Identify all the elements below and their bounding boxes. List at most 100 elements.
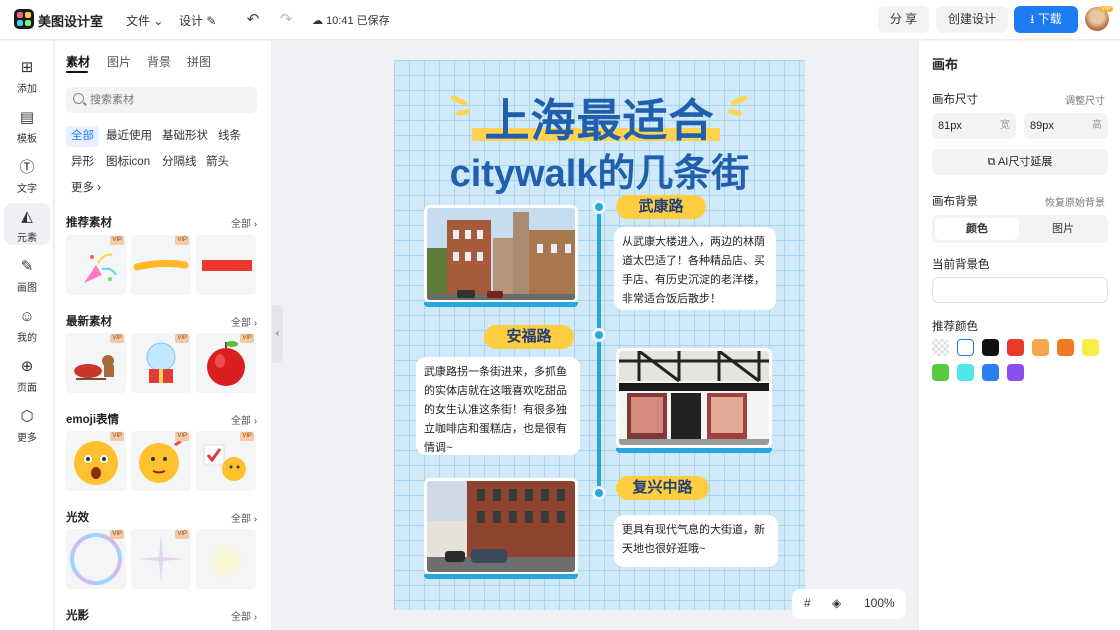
adjust-size-link[interactable]: 调整尺寸 [1065, 92, 1105, 107]
color-swatch[interactable] [982, 339, 999, 356]
redo-icon[interactable]: ↷ [276, 10, 296, 30]
design-canvas[interactable]: 上海最适合 citywalk的几条街 武康路 从武康大楼进入，两边的林荫道太巴适… [394, 60, 805, 610]
asset-santa-sleigh[interactable]: VIP [66, 333, 126, 393]
download-icon: ⭳ [1030, 12, 1035, 26]
color-swatch[interactable] [1007, 364, 1024, 381]
see-all-link[interactable]: 全部 › [231, 215, 257, 230]
nav-draw[interactable]: ✎ 画图 [0, 258, 54, 294]
see-all-link[interactable]: 全部 › [231, 510, 257, 525]
tab-material[interactable]: 素材 [66, 53, 90, 70]
current-bg-color[interactable] [932, 277, 1108, 303]
asset-red-bar[interactable] [196, 235, 256, 295]
stop-label[interactable]: 武康路 [616, 195, 706, 219]
search-box[interactable] [66, 87, 257, 113]
color-swatch[interactable] [1082, 339, 1099, 356]
stop-description[interactable]: 从武康大楼进入，两边的林荫道太巴适了！各种精品店、买手店、有历史沉淀的老洋楼，非… [614, 227, 776, 310]
save-status: ☁ 10:41 已保存 [312, 12, 390, 28]
asset-apple[interactable]: VIP [196, 333, 256, 393]
chevron-left-icon: ‹ [275, 328, 280, 339]
chip-irregular[interactable]: 异形 [66, 152, 99, 173]
photo-anfu-road[interactable] [616, 348, 772, 448]
street-photo-image [427, 481, 575, 572]
see-all-link[interactable]: 全部 › [231, 314, 257, 329]
tab-background[interactable]: 背景 [147, 53, 171, 70]
height-unit: 高 [1092, 120, 1102, 131]
nav-text[interactable]: Ⓣ 文字 [0, 159, 54, 195]
asset-snow-globe[interactable]: VIP [131, 333, 191, 393]
asset-sparkle[interactable]: VIP [131, 529, 191, 589]
nav-label: 画图 [17, 283, 37, 294]
stop-description[interactable]: 更具有现代气息的大街道，新天地也很好逛哦~ [614, 515, 778, 567]
color-swatch[interactable] [932, 339, 949, 356]
shapes-icon: ◭ [21, 208, 33, 225]
color-swatch[interactable] [1057, 339, 1074, 356]
undo-icon[interactable]: ↶ [243, 10, 263, 30]
bg-image-tab[interactable]: 图片 [1021, 218, 1105, 240]
location-pin-icon [592, 486, 606, 500]
photo-fuxing-road[interactable] [424, 478, 578, 575]
photo-wukang-road[interactable] [424, 205, 578, 303]
color-swatch[interactable] [932, 364, 949, 381]
cloud-icon: ☁ [312, 15, 323, 27]
poster-subtitle[interactable]: citywalk的几条街 [394, 142, 805, 197]
width-field[interactable]: 81px 宽 [932, 113, 1016, 139]
nav-label: 文字 [17, 184, 37, 195]
ai-resize-button[interactable]: ⧉ AI尺寸延展 [932, 149, 1108, 175]
asset-emoji-checkmark[interactable]: VIP [196, 431, 256, 491]
asset-yellow-stroke[interactable]: VIP [131, 235, 191, 295]
nav-mine[interactable]: ☺ 我的 [0, 308, 54, 344]
color-swatch[interactable] [982, 364, 999, 381]
bg-color-tab[interactable]: 颜色 [935, 218, 1019, 240]
tab-image[interactable]: 图片 [107, 53, 131, 70]
see-all-link[interactable]: 全部 › [231, 412, 257, 427]
download-button[interactable]: ⭳ 下载 [1014, 6, 1078, 33]
chip-icons[interactable]: 图标icon [101, 152, 155, 173]
poster-title[interactable]: 上海最适合 [394, 84, 805, 149]
see-all-link[interactable]: 全部 › [231, 608, 257, 623]
file-menu[interactable]: 文件 ⌄ [126, 12, 163, 29]
chip-recent[interactable]: 最近使用 [101, 126, 157, 147]
asset-bubble-ring[interactable]: VIP [66, 529, 126, 589]
search-input[interactable] [90, 91, 250, 109]
chip-divider[interactable]: 分隔线 [157, 152, 202, 173]
vip-badge: VIP [175, 334, 189, 343]
grid-icon[interactable]: # [804, 596, 811, 610]
color-swatch[interactable] [1032, 339, 1049, 356]
vip-badge: VIP [175, 530, 189, 539]
chip-lines[interactable]: 线条 [213, 126, 246, 147]
chip-more[interactable]: 更多 › [66, 178, 106, 199]
nav-template[interactable]: ▤ 模板 [0, 109, 54, 145]
asset-party-popper[interactable]: VIP [66, 235, 126, 295]
restore-bg-link[interactable]: 恢复原始背景 [1045, 194, 1105, 209]
zoom-level[interactable]: 100% [864, 596, 895, 610]
create-design-button[interactable]: 创建设计 [936, 6, 1008, 33]
top-bar: 美图设计室 文件 ⌄ 设计 ✎ ↶ ↷ ☁ 10:41 已保存 分 享 创建设计… [0, 0, 1120, 40]
asset-emoji-shocked[interactable]: VIP [66, 431, 126, 491]
app-name[interactable]: 美图设计室 [38, 11, 103, 30]
see-all-label: 全部 [231, 219, 251, 230]
color-swatch[interactable] [957, 364, 974, 381]
nav-page[interactable]: ⊕ 页面 [0, 358, 54, 394]
stop-label[interactable]: 复兴中路 [616, 476, 709, 500]
chip-arrows[interactable]: 箭头 [201, 152, 234, 173]
collapse-panel-handle[interactable]: ‹ [272, 305, 283, 363]
nav-add[interactable]: ⊞ 添加 [0, 59, 54, 95]
nav-elements[interactable]: ◭ 元素 [4, 203, 50, 245]
chip-all[interactable]: 全部 [66, 126, 99, 147]
user-icon: ☺ [19, 308, 35, 325]
share-button[interactable]: 分 享 [878, 6, 929, 33]
stop-description[interactable]: 武康路拐一条街进来，多抓鱼的实体店就在这哦喜欢吃甜品的女生认准这条街！有很多独立… [416, 357, 580, 455]
nav-more[interactable]: ⬡ 更多 [0, 408, 54, 444]
height-field[interactable]: 89px 高 [1024, 113, 1108, 139]
design-menu[interactable]: 设计 ✎ [179, 12, 216, 29]
asset-glow[interactable] [196, 529, 256, 589]
stop-label[interactable]: 安福路 [484, 325, 574, 349]
asset-emoji-thinking[interactable]: VIP [131, 431, 191, 491]
layers-icon[interactable]: ◈ [832, 596, 841, 610]
color-swatch[interactable] [957, 339, 974, 356]
tab-collage[interactable]: 拼图 [187, 53, 211, 70]
chip-basic-shapes[interactable]: 基础形状 [157, 126, 213, 147]
app-logo[interactable] [14, 9, 34, 29]
vip-badge: VIP [110, 334, 124, 343]
color-swatch[interactable] [1007, 339, 1024, 356]
